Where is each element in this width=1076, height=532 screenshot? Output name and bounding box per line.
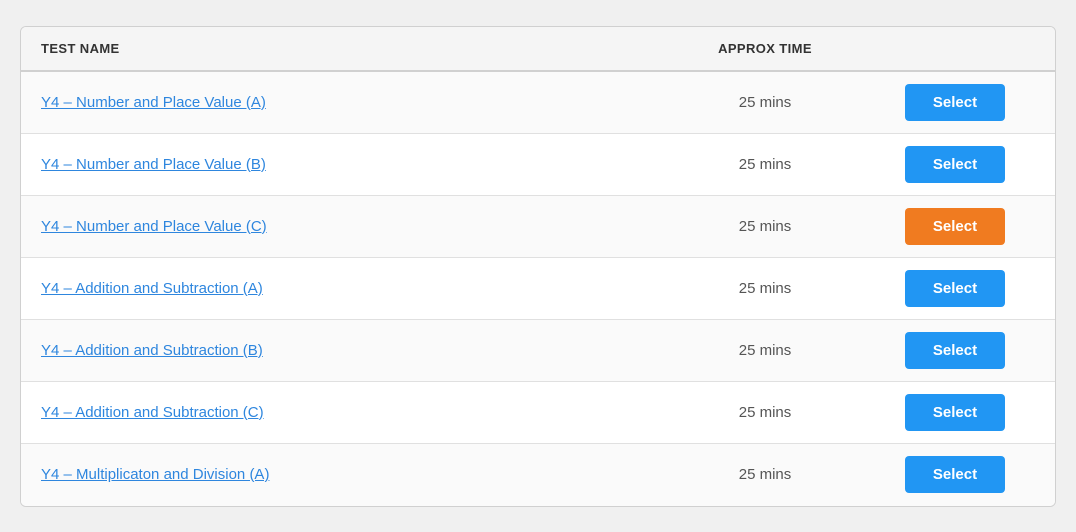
approx-time: 25 mins	[655, 280, 875, 297]
action-cell: Select	[875, 84, 1035, 121]
select-button[interactable]: Select	[905, 146, 1005, 183]
header-action	[875, 41, 1035, 56]
header-test-name: TEST NAME	[41, 41, 655, 56]
test-name-link[interactable]: Y4 – Addition and Subtraction (C)	[41, 404, 655, 421]
approx-time: 25 mins	[655, 342, 875, 359]
action-cell: Select	[875, 456, 1035, 493]
approx-time: 25 mins	[655, 156, 875, 173]
select-button[interactable]: Select	[905, 208, 1005, 245]
test-name-link[interactable]: Y4 – Number and Place Value (B)	[41, 156, 655, 173]
test-name-link[interactable]: Y4 – Addition and Subtraction (B)	[41, 342, 655, 359]
select-button[interactable]: Select	[905, 270, 1005, 307]
table-body: Y4 – Number and Place Value (A)25 minsSe…	[21, 72, 1055, 506]
select-button[interactable]: Select	[905, 456, 1005, 493]
approx-time: 25 mins	[655, 466, 875, 483]
test-name-link[interactable]: Y4 – Number and Place Value (A)	[41, 94, 655, 111]
header-approx-time: APPROX TIME	[655, 41, 875, 56]
table-row: Y4 – Number and Place Value (C)25 mins Se…	[21, 196, 1055, 258]
test-name-link[interactable]: Y4 – Multiplicaton and Division (A)	[41, 466, 655, 483]
action-cell: Select	[875, 208, 1035, 245]
select-button[interactable]: Select	[905, 84, 1005, 121]
select-button[interactable]: Select	[905, 332, 1005, 369]
action-cell: Select	[875, 146, 1035, 183]
action-cell: Select	[875, 270, 1035, 307]
approx-time: 25 mins	[655, 404, 875, 421]
test-name-link[interactable]: Y4 – Addition and Subtraction (A)	[41, 280, 655, 297]
table-row: Y4 – Addition and Subtraction (C)25 mins…	[21, 382, 1055, 444]
approx-time: 25 mins	[655, 94, 875, 111]
action-cell: Select	[875, 394, 1035, 431]
table-row: Y4 – Multiplicaton and Division (A)25 mi…	[21, 444, 1055, 506]
table-header: TEST NAME APPROX TIME	[21, 27, 1055, 72]
select-button[interactable]: Select	[905, 394, 1005, 431]
table-row: Y4 – Addition and Subtraction (B)25 mins…	[21, 320, 1055, 382]
table-row: Y4 – Number and Place Value (A)25 mins Se…	[21, 72, 1055, 134]
table-row: Y4 – Number and Place Value (B)25 mins Se…	[21, 134, 1055, 196]
test-name-link[interactable]: Y4 – Number and Place Value (C)	[41, 218, 655, 235]
test-table: TEST NAME APPROX TIME Y4 – Number and Pl…	[20, 26, 1056, 507]
approx-time: 25 mins	[655, 218, 875, 235]
table-row: Y4 – Addition and Subtraction (A)25 mins…	[21, 258, 1055, 320]
action-cell: Select	[875, 332, 1035, 369]
